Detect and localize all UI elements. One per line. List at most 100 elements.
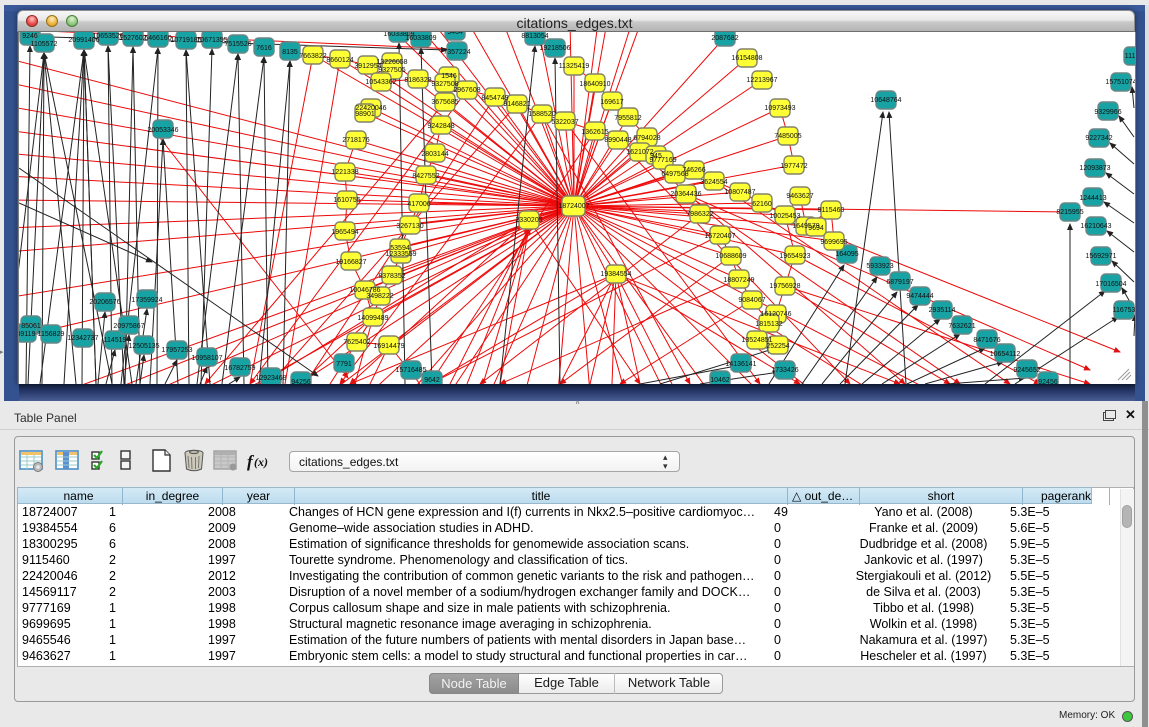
svg-text:19218506: 19218506 (539, 45, 570, 52)
svg-text:16154808: 16154808 (731, 55, 762, 62)
svg-text:9329966: 9329966 (1094, 109, 1121, 116)
svg-text:17957253: 17957253 (161, 347, 192, 354)
svg-text:2935114: 2935114 (929, 307, 956, 314)
svg-text:9642: 9642 (424, 377, 440, 384)
svg-text:7357224: 7357224 (443, 49, 470, 56)
svg-text:8378352: 8378352 (378, 273, 405, 280)
svg-text:1244413: 1244413 (1079, 195, 1106, 202)
svg-text:9115460: 9115460 (818, 207, 845, 214)
svg-text:3267130: 3267130 (396, 223, 423, 230)
svg-text:8135: 8135 (282, 49, 298, 56)
svg-text:1362615: 1362615 (581, 129, 608, 136)
svg-text:3498222: 3498222 (366, 293, 393, 300)
svg-text:12213967: 12213967 (746, 77, 777, 84)
svg-text:14136141: 14136141 (725, 361, 756, 368)
svg-text:7955812: 7955812 (614, 115, 641, 122)
svg-text:1588520: 1588520 (528, 111, 555, 118)
svg-text:10973493: 10973493 (764, 105, 795, 112)
svg-text:1965494: 1965494 (331, 229, 358, 236)
svg-text:7616: 7616 (256, 45, 272, 52)
svg-text:16033809: 16033809 (405, 35, 436, 42)
svg-text:9777169: 9777169 (649, 157, 676, 164)
svg-text:17016504: 17016504 (1095, 281, 1126, 288)
svg-text:2967608: 2967608 (453, 87, 480, 94)
svg-text:7632621: 7632621 (948, 323, 975, 330)
svg-text:9245652: 9245652 (1013, 367, 1040, 374)
svg-text:16210643: 16210643 (1080, 223, 1111, 230)
svg-text:8990448: 8990448 (604, 137, 631, 144)
svg-text:17359924: 17359924 (131, 297, 162, 304)
svg-text:1527602: 1527602 (119, 35, 146, 42)
svg-text:(x): (x) (254, 455, 268, 469)
svg-text:16120746: 16120746 (760, 311, 791, 318)
svg-text:1156829: 1156829 (38, 331, 65, 338)
svg-text:98901: 98901 (355, 111, 375, 118)
svg-text:19166827: 19166827 (335, 259, 366, 266)
svg-text:7485005: 7485005 (774, 133, 801, 140)
svg-text:12342737: 12342737 (67, 335, 98, 342)
svg-text:10648764: 10648764 (870, 97, 901, 104)
svg-text:18640910: 18640910 (579, 81, 610, 88)
svg-text:8660124: 8660124 (326, 57, 353, 64)
svg-text:417006: 417006 (407, 201, 430, 208)
svg-text:9699695: 9699695 (820, 239, 847, 246)
svg-text:10958107: 10958107 (191, 355, 222, 362)
svg-text:15751074: 15751074 (1105, 79, 1135, 86)
svg-text:114519: 114519 (104, 337, 127, 344)
svg-text:20975867: 20975867 (113, 323, 144, 330)
svg-text:10688609: 10688609 (715, 253, 746, 260)
svg-text:2330205: 2330205 (515, 217, 542, 224)
svg-text:20206576: 20206576 (89, 299, 120, 306)
svg-text:14099489: 14099489 (357, 315, 388, 322)
svg-text:9463627: 9463627 (786, 193, 813, 200)
svg-text:9242848: 9242848 (427, 123, 454, 130)
svg-text:15716485: 15716485 (395, 367, 426, 374)
svg-text:20053346: 20053346 (147, 127, 178, 134)
svg-text:164095: 164095 (835, 251, 858, 258)
svg-text:116753: 116753 (1113, 307, 1135, 314)
svg-text:10025453: 10025453 (769, 213, 800, 220)
svg-text:1815132: 1815132 (755, 321, 782, 328)
svg-text:2718176: 2718176 (342, 137, 369, 144)
svg-text:15720407: 15720407 (704, 233, 735, 240)
svg-text:7791: 7791 (336, 361, 352, 368)
svg-text:1546: 1546 (441, 73, 457, 80)
svg-text:19384554: 19384554 (600, 271, 631, 278)
svg-text:6794028: 6794028 (633, 135, 660, 142)
svg-text:7986322: 7986322 (686, 211, 713, 218)
svg-text:10807487: 10807487 (724, 189, 755, 196)
svg-text:19756928: 19756928 (769, 283, 800, 290)
svg-text:12093873: 12093873 (1079, 165, 1110, 172)
svg-text:20364436: 20364436 (670, 191, 701, 198)
svg-text:11172: 11172 (1125, 53, 1135, 60)
svg-text:9464: 9464 (447, 32, 463, 36)
svg-text:15692971: 15692971 (1085, 253, 1116, 260)
svg-text:53594: 53594 (390, 245, 410, 252)
svg-text:18724007: 18724007 (558, 203, 589, 210)
svg-text:6466160: 6466160 (144, 35, 171, 42)
svg-text:1977472: 1977472 (780, 163, 807, 170)
svg-text:9694: 9694 (808, 225, 824, 232)
svg-text:169617: 169617 (600, 99, 623, 106)
svg-text:9084067: 9084067 (738, 297, 765, 304)
svg-text:9227342: 9227342 (1085, 135, 1112, 142)
svg-text:92456: 92456 (1038, 379, 1058, 384)
svg-text:85061: 85061 (21, 323, 41, 330)
svg-text:12333559: 12333559 (385, 251, 416, 258)
svg-text:5933923: 5933923 (866, 263, 893, 270)
svg-text:16914479: 16914479 (373, 343, 404, 350)
svg-text:10654112: 10654112 (990, 351, 1021, 358)
svg-text:8186328: 8186328 (404, 77, 431, 84)
svg-text:10543362: 10543362 (365, 79, 396, 86)
svg-text:10462: 10462 (710, 377, 730, 384)
svg-text:1610755: 1610755 (333, 197, 360, 204)
svg-text:5322037: 5322037 (551, 119, 578, 126)
svg-text:9146821: 9146821 (503, 101, 530, 108)
svg-text:2803144: 2803144 (421, 151, 448, 158)
svg-text:94256: 94256 (291, 379, 311, 384)
svg-text:39119: 39119 (19, 331, 36, 338)
svg-text:3675685: 3675685 (431, 99, 458, 106)
svg-text:7663822: 7663822 (299, 53, 326, 60)
svg-text:2087682: 2087682 (711, 35, 738, 42)
svg-text:8215955: 8215955 (1056, 209, 1083, 216)
